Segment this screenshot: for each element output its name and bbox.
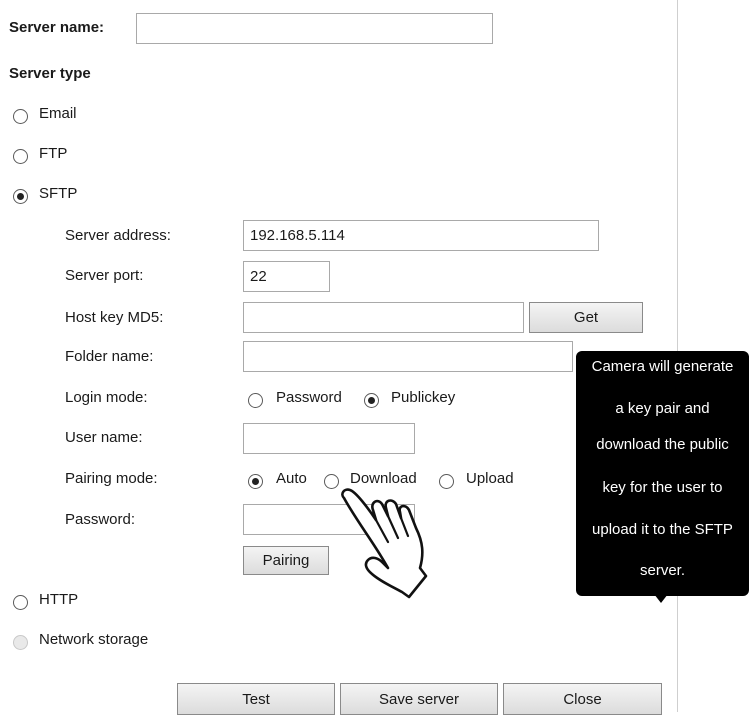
pairing-mode-label: Pairing mode: <box>65 470 158 487</box>
server-type-sftp-radio[interactable] <box>13 189 28 204</box>
pairing-mode-upload-label[interactable]: Upload <box>466 470 514 488</box>
pairing-button[interactable]: Pairing <box>243 546 329 575</box>
server-type-email-radio[interactable] <box>13 109 28 124</box>
tooltip-line: download the public <box>596 436 729 453</box>
user-name-label: User name: <box>65 429 143 446</box>
tooltip-line: upload it to the SFTP <box>592 521 733 538</box>
server-name-label: Server name: <box>9 19 105 36</box>
tooltip-tail <box>654 594 668 603</box>
server-type-email-label[interactable]: Email <box>39 105 77 123</box>
user-name-input[interactable] <box>243 423 415 454</box>
server-type-network-storage-label: Network storage <box>39 631 149 648</box>
server-port-label: Server port: <box>65 267 144 284</box>
server-name-input[interactable] <box>136 13 493 44</box>
tooltip-line: server. <box>639 562 685 579</box>
login-mode-label: Login mode: <box>65 389 148 406</box>
tooltip-line: key for the user to <box>602 479 723 496</box>
server-port-input[interactable]: 22 <box>243 261 330 292</box>
save-server-button[interactable]: Save server <box>340 683 498 715</box>
pairing-mode-auto-label[interactable]: Auto <box>276 470 307 488</box>
login-mode-publickey-radio[interactable] <box>364 393 379 408</box>
hand-pointer-icon <box>336 484 446 613</box>
server-type-http-label[interactable]: HTTP <box>39 591 78 609</box>
pairing-mode-tooltip: Camera will generate a key pair and down… <box>576 351 749 596</box>
server-type-http-radio[interactable] <box>13 595 28 610</box>
pairing-mode-auto-radio[interactable] <box>248 474 263 489</box>
server-address-label: Server address: <box>65 227 171 244</box>
login-mode-publickey-label[interactable]: Publickey <box>391 389 455 407</box>
close-button[interactable]: Close <box>503 683 662 715</box>
folder-name-label: Folder name: <box>65 348 154 365</box>
host-key-md5-input[interactable] <box>243 302 524 333</box>
test-button[interactable]: Test <box>177 683 335 715</box>
server-type-sftp-label[interactable]: SFTP <box>39 185 77 203</box>
host-key-md5-label: Host key MD5: <box>65 309 164 326</box>
folder-name-input[interactable] <box>243 341 573 372</box>
tooltip-line: Camera will generate <box>591 358 734 375</box>
get-host-key-button[interactable]: Get <box>529 302 643 333</box>
password-label: Password: <box>65 511 136 528</box>
server-type-heading: Server type <box>9 65 91 82</box>
server-type-ftp-radio[interactable] <box>13 149 28 164</box>
server-type-ftp-label[interactable]: FTP <box>39 145 67 163</box>
login-mode-password-label[interactable]: Password <box>276 389 342 407</box>
login-mode-password-radio[interactable] <box>248 393 263 408</box>
server-address-input[interactable]: 192.168.5.114 <box>243 220 599 251</box>
server-type-network-storage-radio <box>13 635 28 650</box>
tooltip-line: a key pair and <box>615 400 710 417</box>
